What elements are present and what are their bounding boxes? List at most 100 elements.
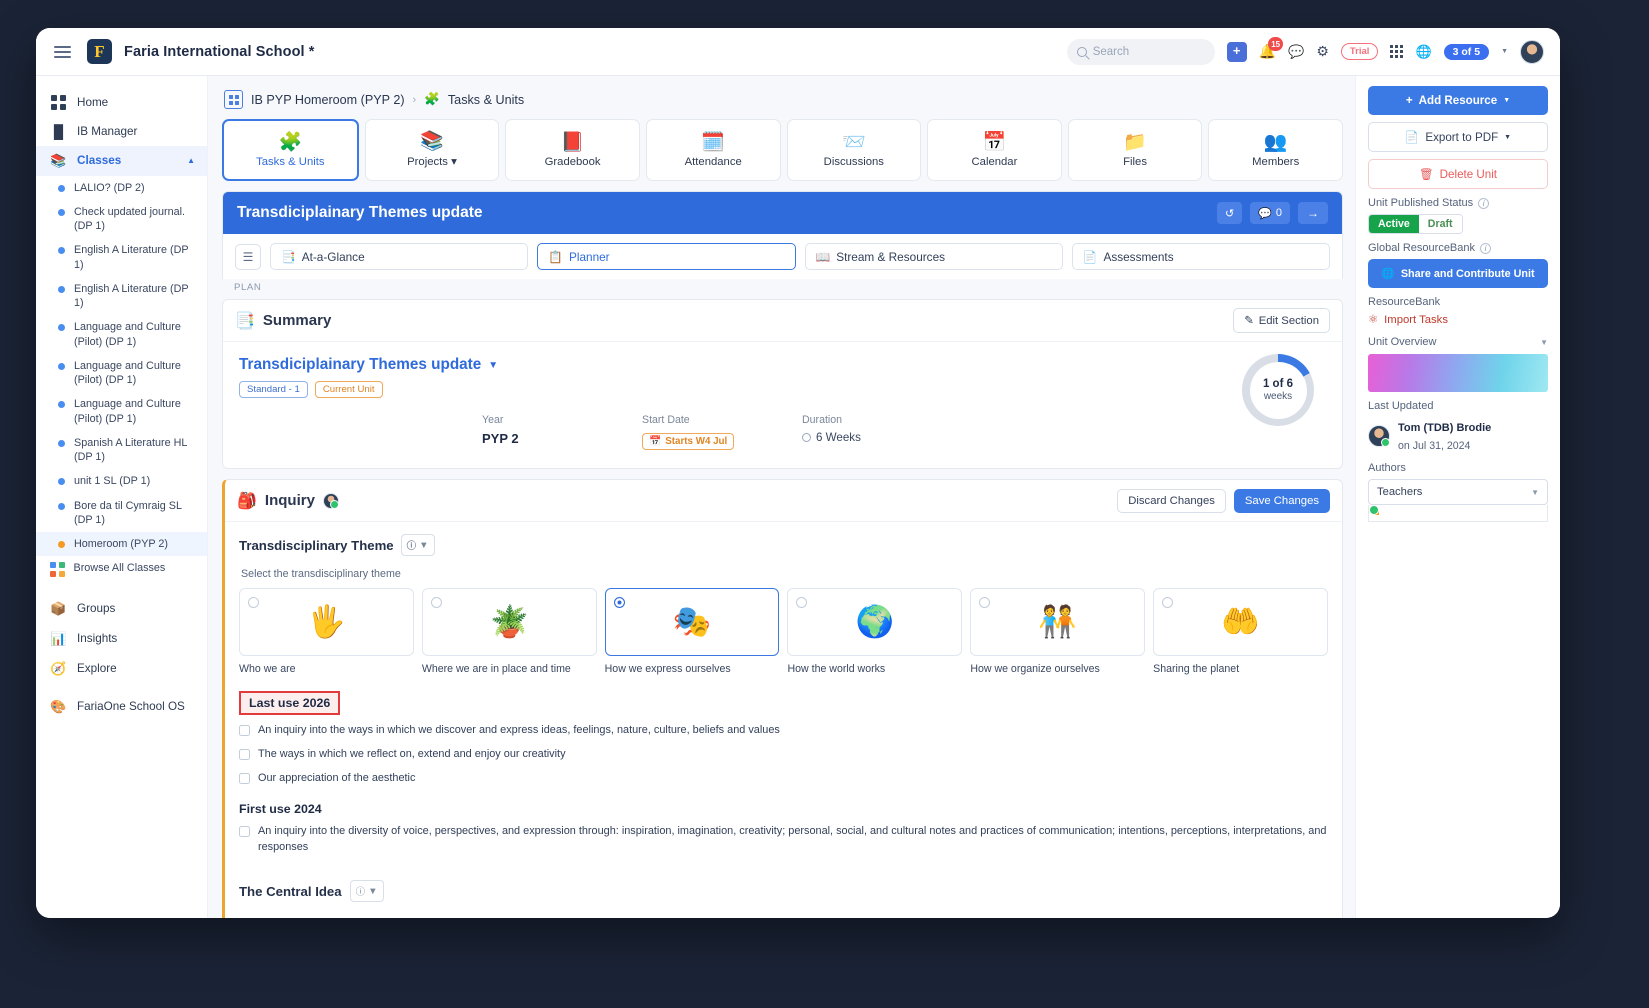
settings-button[interactable]: ⚙ [1316, 43, 1329, 60]
unit-overview-text: Unit Overview [1368, 336, 1437, 348]
last-use-option[interactable]: An inquiry into the ways in which we dis… [239, 723, 1328, 739]
next-unit-arrow-icon[interactable]: → [1298, 202, 1328, 224]
chat-button[interactable]: 💬 [1288, 44, 1304, 60]
sidebar-item-explore[interactable]: 🧭 Explore [36, 654, 207, 684]
sidebar-class-item[interactable]: Check updated journal. (DP 1) [36, 200, 207, 239]
resourcebank-text: ResourceBank [1368, 296, 1441, 308]
sidebar-class-item[interactable]: Language and Culture (Pilot) (DP 1) [36, 354, 207, 393]
tab-gradebook[interactable]: 📕 Gradebook [505, 119, 640, 181]
search-placeholder: Search [1092, 45, 1130, 58]
theme-card-sharing-the-planet[interactable]: 🤲 [1153, 588, 1328, 656]
globe-icon[interactable]: 🌐 [1415, 44, 1431, 60]
checkbox[interactable] [239, 772, 250, 784]
share-contribute-unit-button[interactable]: 🌐 Share and Contribute Unit [1368, 259, 1548, 288]
updated-on: on Jul 31, 2024 [1398, 440, 1471, 452]
theme-card-where-we-are[interactable]: 🪴 [421, 588, 597, 656]
checkbox[interactable] [239, 748, 250, 760]
theme-radio[interactable] [979, 597, 991, 608]
subtab-assessments[interactable]: 📄 Assessments [1071, 243, 1330, 270]
tab-projects[interactable]: 📚 Projects ▾ [364, 119, 500, 181]
tab-calendar[interactable]: 📅 Calendar [927, 119, 1062, 181]
main-content: IB PYP Homeroom (PYP 2) › 🧩 Tasks & Unit… [208, 76, 1355, 918]
user-avatar[interactable] [1520, 39, 1544, 64]
add-button[interactable]: + [1226, 41, 1247, 62]
info-icon[interactable]: i [1480, 242, 1492, 254]
info-dropdown-button[interactable]: ⓘ ▼ [400, 534, 435, 556]
tab-tasks-units[interactable]: 🧩 Tasks & Units [222, 119, 359, 181]
last-use-option[interactable]: Our appreciation of the aesthetic [239, 771, 1328, 787]
tab-label: Files [1123, 155, 1147, 168]
theme-card-how-we-organize-ourselves[interactable]: 🧑‍🤝‍🧑 [970, 588, 1146, 656]
inquiry-card-header: 🎒 Inquiry Discard Changes Save Changes [225, 480, 1342, 522]
breadcrumb-class[interactable]: IB PYP Homeroom (PYP 2) [251, 93, 405, 107]
last-use-option[interactable]: The ways in which we reflect on, extend … [239, 747, 1328, 763]
apps-grid-icon[interactable] [1390, 45, 1404, 58]
info-icon[interactable]: i [1478, 197, 1490, 209]
theme-radio[interactable] [430, 597, 442, 608]
notifications-button[interactable]: 🔔 15 [1259, 37, 1284, 60]
checkbox[interactable] [239, 826, 250, 838]
tab-attendance[interactable]: 🗓️ Attendance [645, 119, 781, 181]
class-label: Language and Culture (Pilot) (DP 1) [74, 359, 181, 386]
chevron-down-icon[interactable]: ▼ [1501, 48, 1508, 55]
subtab-stream-resources[interactable]: 📖 Stream & Resources [804, 243, 1063, 270]
sidebar-item-groups[interactable]: 📦 Groups [36, 594, 207, 624]
subtab-planner[interactable]: 📋 Planner [537, 243, 796, 270]
start-date-chip[interactable]: 📅 Starts W4 Jul [642, 433, 735, 450]
authors-select[interactable]: Teachers ▼ [1368, 479, 1548, 505]
class-grid-icon[interactable] [224, 90, 243, 109]
sidebar-class-item[interactable]: Language and Culture (Pilot) (DP 1) [36, 392, 207, 431]
sidebar-item-insights[interactable]: 📊 Insights [36, 624, 207, 654]
unit-sync-button[interactable]: ↺ [1216, 202, 1243, 224]
sidebar-class-item[interactable]: Language and Culture (Pilot) (DP 1) [36, 315, 207, 354]
theme-radio[interactable] [248, 597, 259, 608]
status-draft-button[interactable]: Draft [1418, 215, 1462, 233]
sidebar-item-classes[interactable]: 📚 Classes ▲ [36, 145, 207, 176]
unit-comments-button[interactable]: 💬 0 [1250, 202, 1290, 224]
hamburger-icon[interactable] [50, 42, 75, 62]
tab-members[interactable]: 👥 Members [1208, 119, 1343, 181]
summary-unit-name[interactable]: Transdiciplainary Themes update ▼ [239, 356, 498, 374]
sidebar-class-item[interactable]: unit 1 SL (DP 1) [36, 469, 207, 493]
sidebar-item-fariaone[interactable]: 🎨 FariaOne School OS [36, 692, 207, 722]
chevron-down-icon[interactable]: ▼ [1540, 338, 1548, 347]
meta-value: Starts W4 Jul [665, 436, 728, 447]
tab-discussions[interactable]: 📨 Discussions [786, 119, 922, 181]
subtab-at-a-glance[interactable]: 📑 At-a-Glance [270, 243, 529, 270]
tab-files[interactable]: 📁 Files [1067, 119, 1203, 181]
theme-radio[interactable] [1162, 597, 1174, 608]
edit-section-button[interactable]: ✎ Edit Section [1233, 308, 1330, 333]
search-input[interactable]: Search [1066, 38, 1215, 65]
sidebar-class-item[interactable]: English A Literature (DP 1) [36, 277, 207, 316]
delete-unit-button[interactable]: 🗑 Delete Unit [1368, 159, 1548, 189]
tab-label: Gradebook [544, 155, 601, 168]
checkbox[interactable] [239, 725, 250, 736]
status-active-button[interactable]: Active [1369, 215, 1419, 233]
first-use-option[interactable]: An inquiry into the diversity of voice, … [239, 824, 1328, 856]
save-changes-button[interactable]: Save Changes [1233, 488, 1330, 513]
sidebar-class-item[interactable]: LALIO? (DP 2) [36, 176, 207, 200]
theme-card-how-the-world-works[interactable]: 🌍 [787, 588, 963, 656]
export-pdf-button[interactable]: 📄 Export to PDF ▼ [1368, 122, 1548, 152]
unit-subtabs: ☰ 📑 At-a-Glance 📋 Planner 📖 Stream & Res… [223, 234, 1342, 279]
list-view-icon[interactable]: ☰ [235, 243, 261, 270]
status-toggle[interactable]: Active Draft [1368, 214, 1463, 234]
theme-card-how-we-express-ourselves[interactable]: 🎭 [604, 588, 780, 656]
sidebar-class-item[interactable]: English A Literature (DP 1) [36, 238, 207, 277]
info-dropdown-button[interactable]: ⓘ ▼ [349, 880, 384, 903]
sidebar-class-item[interactable]: Spanish A Literature HL (DP 1) [36, 431, 207, 470]
sidebar-item-ib-manager[interactable]: █ IB Manager [36, 117, 207, 146]
sidebar-item-home[interactable]: Home [36, 88, 207, 117]
discard-changes-button[interactable]: Discard Changes [1117, 488, 1226, 513]
theme-radio-selected[interactable] [613, 597, 625, 608]
add-resource-button[interactable]: + Add Resource ▼ [1368, 86, 1548, 115]
sidebar-class-item-homeroom[interactable]: Homeroom (PYP 2) [36, 532, 207, 557]
sidebar-class-item[interactable]: Bore da til Cymraig SL (DP 1) [36, 494, 207, 533]
trial-badge[interactable]: Trial [1340, 43, 1379, 60]
import-tasks-link[interactable]: ⚛ Import Tasks [1368, 313, 1548, 327]
sidebar-item-browse-all-classes[interactable]: Browse All Classes [36, 556, 207, 582]
envelope-icon: 📨 [841, 131, 866, 153]
theme-card-who-we-are[interactable]: 🖐️ [239, 588, 414, 656]
theme-radio[interactable] [796, 597, 808, 608]
seat-count-badge[interactable]: 3 of 5 [1443, 43, 1490, 60]
